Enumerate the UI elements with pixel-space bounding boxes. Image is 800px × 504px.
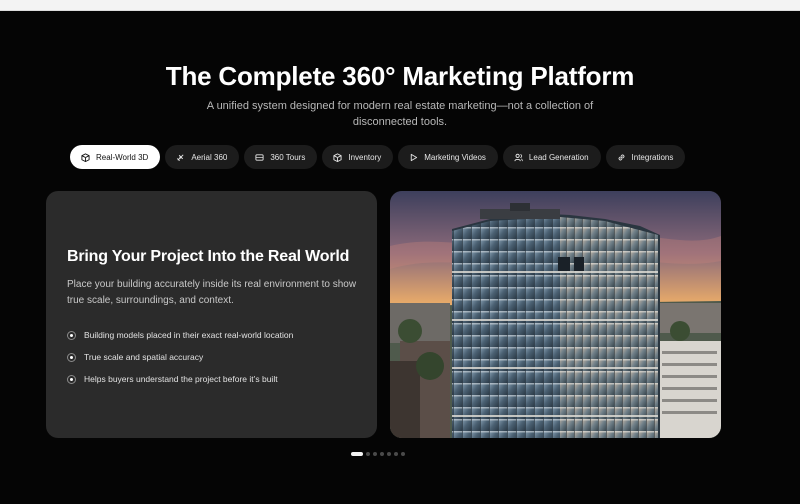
tab-marketing-videos[interactable]: Marketing Videos [398,145,498,169]
feature-text: Building models placed in their exact re… [84,330,294,340]
box-icon [333,152,342,162]
tab-label: 360 Tours [270,152,306,162]
carousel-dot[interactable] [380,452,384,456]
tab-360-tours[interactable]: 360 Tours [244,145,318,169]
feature-heading: Bring Your Project Into the Real World [67,248,350,265]
page: The Complete 360° Marketing Platform A u… [0,11,800,504]
feature-item: Building models placed in their exact re… [67,324,293,346]
tab-label: Integrations [631,152,674,162]
tab-aerial-360[interactable]: Aerial 360 [165,145,240,169]
aerial-building-photo [390,191,721,438]
carousel-dot[interactable] [387,452,391,456]
tab-real-world-3d[interactable]: Real-World 3D [70,145,161,169]
users-icon [514,153,523,162]
carousel-dot[interactable] [394,452,398,456]
page-subtitle: A unified system designed for modern rea… [206,100,594,128]
carousel-indicator [351,452,405,456]
link-icon [617,153,626,162]
browser-top-bar [0,0,800,11]
feature-item: True scale and spatial accuracy [67,346,293,368]
bullet-icon [67,352,76,362]
tab-label: Lead Generation [528,152,589,162]
play-icon [409,153,418,162]
carousel-dot[interactable] [401,452,405,456]
tab-label: Marketing Videos [424,152,486,162]
cube-icon [81,152,90,162]
page-title: The Complete 360° Marketing Platform [165,61,635,91]
tab-label: Real-World 3D [96,152,149,162]
tab-integrations[interactable]: Integrations [605,145,686,169]
carousel-dot[interactable] [366,452,370,456]
carousel-dot[interactable] [373,452,377,456]
carousel-dot[interactable] [351,452,363,456]
tab-inventory[interactable]: Inventory [322,145,394,169]
feature-text: True scale and spatial accuracy [84,352,204,362]
feature-tabs: Real-World 3D Aerial 360 360 Tours Inven… [70,145,686,169]
feature-list: Building models placed in their exact re… [67,324,293,390]
feature-text: Helps buyers understand the project befo… [84,374,278,384]
panorama-icon [255,153,264,162]
bullet-icon [67,330,76,340]
bullet-icon [67,374,76,384]
tab-label: Inventory [348,152,382,162]
tab-lead-generation[interactable]: Lead Generation [502,145,601,169]
drone-icon [176,153,185,162]
feature-item: Helps buyers understand the project befo… [67,368,293,390]
tab-label: Aerial 360 [191,152,228,162]
feature-card: Bring Your Project Into the Real World P… [46,191,377,438]
feature-description: Place your building accurately inside it… [67,279,357,306]
